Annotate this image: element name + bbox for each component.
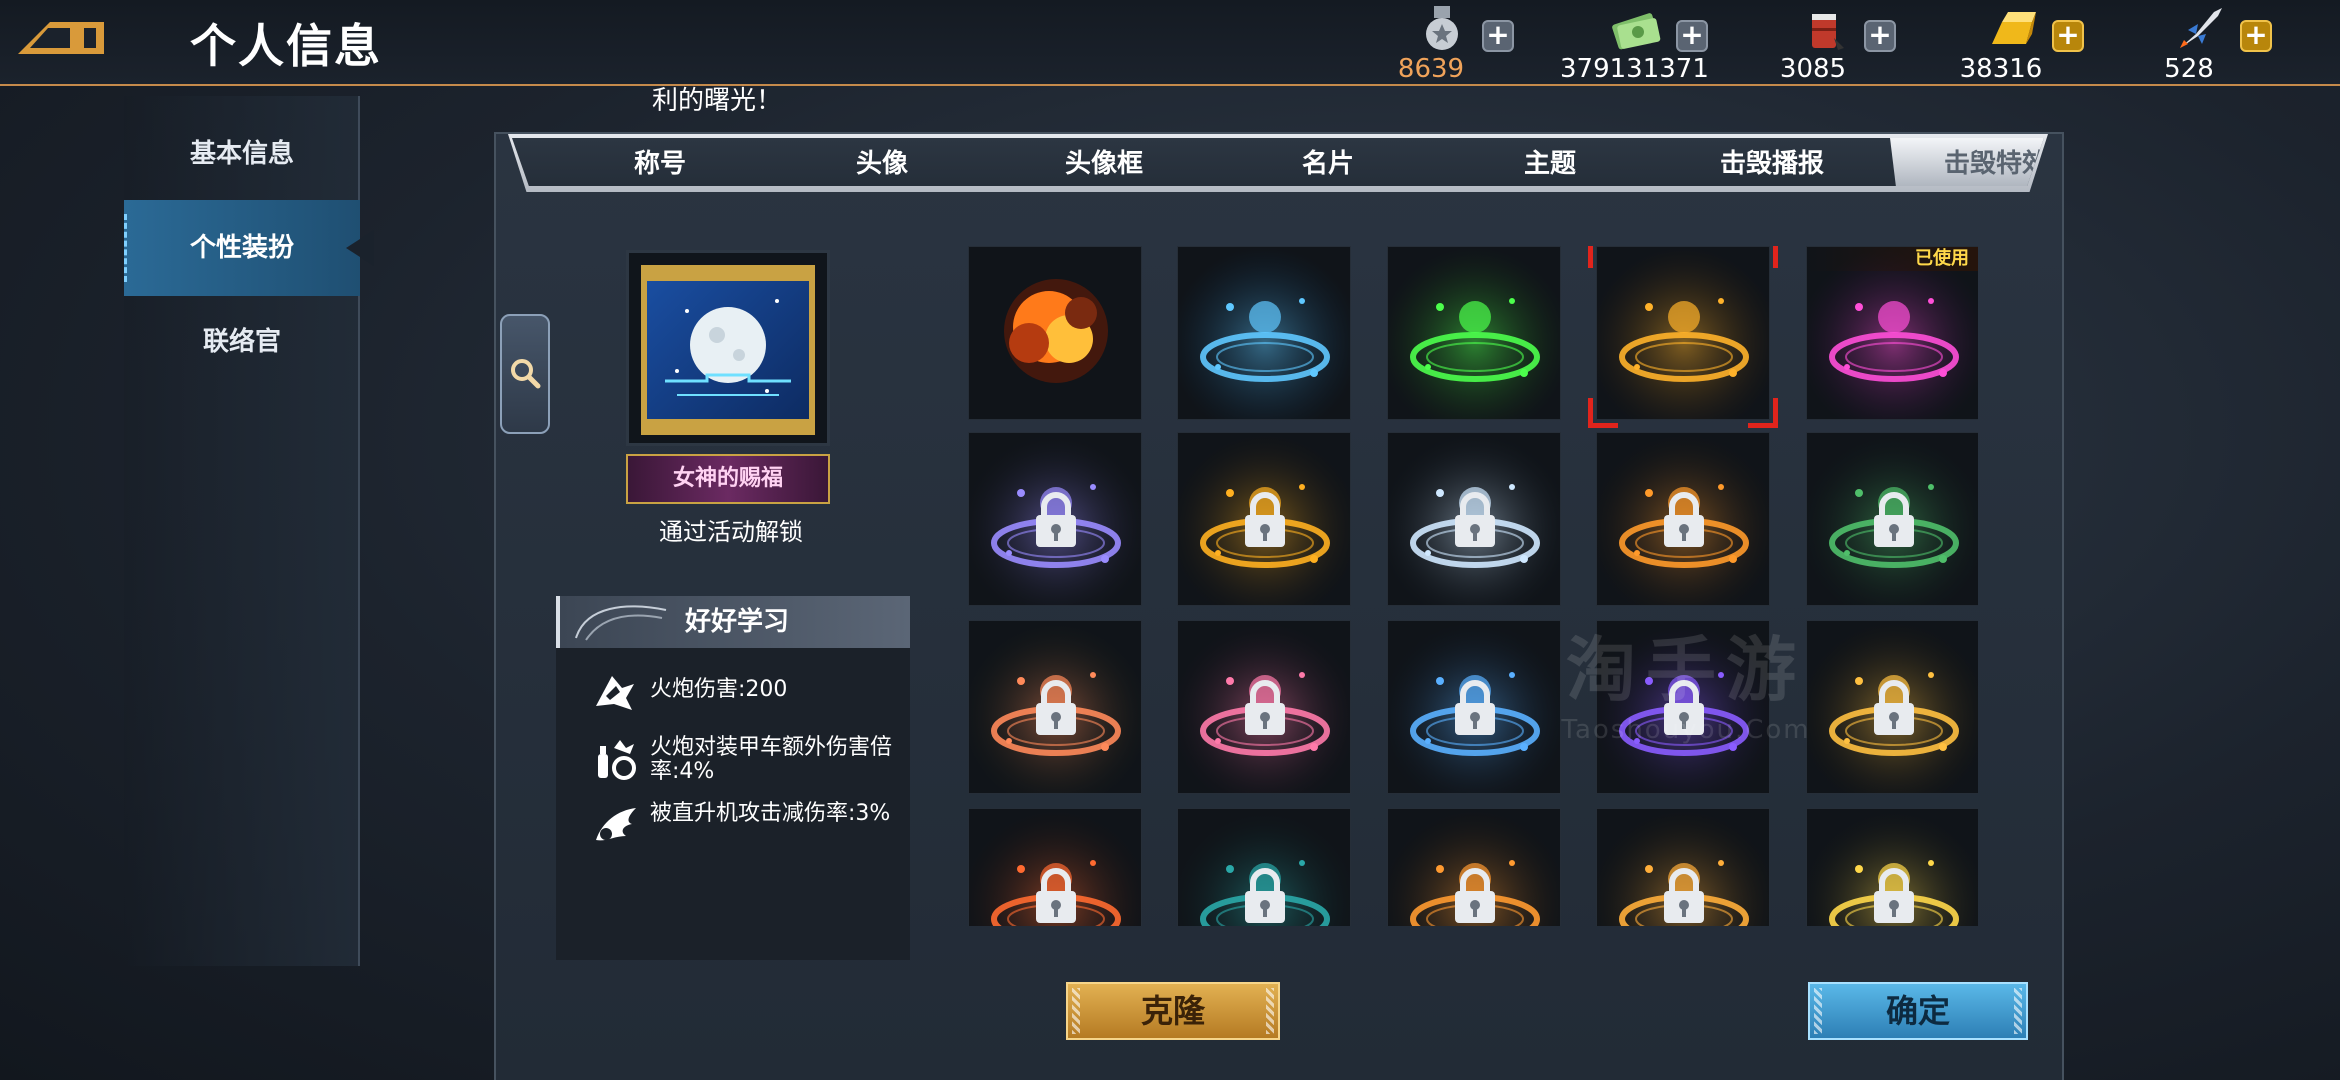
attribute-header: 好好学习 — [556, 596, 910, 648]
effect-tile-green-ring[interactable] — [1387, 246, 1561, 420]
effect-tile-ice-ring[interactable] — [1177, 246, 1351, 420]
sidebar-item-basic-info[interactable]: 基本信息 — [124, 106, 360, 202]
lock-icon — [1874, 492, 1914, 547]
effect-tile-purple-ring[interactable] — [1596, 620, 1770, 794]
resource-value: 379131371 — [1560, 54, 1709, 84]
lock-icon — [1874, 680, 1914, 735]
resource-value: 3085 — [1779, 54, 1847, 84]
effect-art — [1597, 247, 1769, 419]
effect-tile-golden-wing-ring[interactable] — [1806, 620, 1978, 794]
tab-theme[interactable]: 主题 — [1450, 138, 1650, 186]
magnify-button[interactable] — [500, 314, 550, 434]
effect-preview — [626, 250, 830, 446]
wing-shield-icon — [596, 808, 636, 841]
add-resource-button[interactable]: + — [2240, 20, 2272, 52]
add-resource-button[interactable]: + — [1864, 20, 1896, 52]
armor-shell-icon — [598, 740, 636, 780]
tab-title[interactable]: 称号 — [560, 138, 760, 186]
resource-counter: +379131371 — [1560, 4, 1720, 84]
lock-icon — [1036, 492, 1076, 547]
lock-icon — [1455, 868, 1495, 923]
tab-name-card[interactable]: 名片 — [1228, 138, 1428, 186]
effect-tile-blue-flower-ring[interactable] — [1387, 620, 1561, 794]
resource-counter: +38316 — [1936, 4, 2096, 84]
lock-icon — [1036, 680, 1076, 735]
lock-icon — [1455, 492, 1495, 547]
attribute-title: 好好学习 — [684, 607, 789, 637]
resource-counter: +3085 — [1748, 4, 1908, 84]
tab-bar: 称号 头像 头像框 名片 主题 击毁播报 击毁特效 — [508, 134, 2048, 192]
effect-tile-snow-ring[interactable] — [1387, 432, 1561, 606]
gold-bar-icon — [1992, 12, 2036, 44]
effect-tile-shield-vine-ring[interactable] — [1806, 432, 1978, 606]
tab-avatar-frame[interactable]: 头像框 — [1004, 138, 1204, 186]
lock-icon — [1664, 492, 1704, 547]
sidebar-item-personal-decoration[interactable]: 个性装扮 — [124, 200, 374, 296]
page-title: 个人信息 — [190, 19, 382, 73]
rocket-icon — [2180, 8, 2222, 48]
tab-kill-broadcast[interactable]: 击毁播报 — [1672, 138, 1872, 186]
effect-tile-explosion[interactable] — [968, 246, 1142, 420]
moon-effect-image — [641, 265, 815, 435]
search-icon — [511, 359, 541, 389]
effect-tile-crown-ring[interactable] — [1596, 808, 1770, 926]
effect-tile-star-tree-ring[interactable] — [1806, 808, 1978, 926]
add-resource-button[interactable]: + — [1676, 20, 1708, 52]
effect-tile-pumpkin-tree-ring[interactable] — [1177, 808, 1351, 926]
effect-art — [1178, 247, 1350, 419]
effect-tile-heart-petal-ring[interactable] — [1177, 620, 1351, 794]
lock-icon — [1245, 680, 1285, 735]
main-panel: 称号 头像 头像框 名片 主题 击毁播报 击毁特效 女神的赐福 通过活动解锁 好… — [494, 132, 2064, 1080]
effect-tile-flower-ring[interactable] — [968, 620, 1142, 794]
sidebar-item-label: 个性装扮 — [189, 233, 294, 263]
tab-avatar[interactable]: 头像 — [782, 138, 982, 186]
add-resource-button[interactable]: + — [1482, 20, 1514, 52]
lock-icon — [1036, 868, 1076, 923]
effect-art — [1388, 247, 1560, 419]
effect-tile-red-gold-ring[interactable] — [968, 808, 1142, 926]
medal-icon — [1426, 6, 1458, 50]
sidebar-item-liaison-officer[interactable]: 联络官 — [124, 294, 360, 390]
effect-tile-sword-ring[interactable] — [1387, 808, 1561, 926]
active-arrow-icon — [346, 230, 374, 266]
effect-tile-gold-ring[interactable] — [1596, 246, 1770, 420]
oil-barrel-icon — [1812, 14, 1844, 50]
effect-tile-pumpkin-gold-ring[interactable] — [1177, 432, 1351, 606]
resource-value: 8639 — [1397, 54, 1465, 84]
resource-counter: +8639 — [1366, 4, 1526, 84]
attribute-panel: 好好学习 火炮伤害:200 火炮对装甲车额外伤害倍率:4% 被直升机攻击减伤率:… — [556, 596, 910, 960]
add-resource-button[interactable]: + — [2052, 20, 2084, 52]
effect-art — [1004, 279, 1108, 383]
effect-tile-number-ring[interactable] — [1596, 432, 1770, 606]
back-button[interactable] — [14, 14, 110, 62]
effect-name-banner: 女神的赐福 — [626, 454, 830, 504]
effect-tile-crystal-ring[interactable] — [968, 432, 1142, 606]
lock-icon — [1664, 868, 1704, 923]
tab-kill-effect[interactable]: 击毁特效 — [1890, 138, 2044, 186]
back-arrow-icon — [18, 22, 104, 54]
lock-icon — [1245, 868, 1285, 923]
top-bar: 个人信息 +8639 +379131371 +3085 +38316 +528 — [0, 0, 2340, 86]
marquee-text: 利的曙光！ — [652, 86, 783, 116]
clone-button[interactable]: 克隆 — [1066, 982, 1280, 1040]
effect-grid: 已使用 — [968, 246, 1978, 926]
resource-value: 38316 — [1959, 54, 2043, 84]
effect-tile-pink-heart-ring[interactable]: 已使用 — [1806, 246, 1978, 420]
cash-icon — [1612, 13, 1661, 50]
unlock-condition: 通过活动解锁 — [659, 518, 803, 546]
lock-icon — [1245, 492, 1285, 547]
effect-art — [1807, 247, 1978, 419]
lock-icon — [1664, 680, 1704, 735]
used-badge: 已使用 — [1807, 247, 1978, 271]
resource-counter: +528 — [2124, 4, 2284, 84]
cannon-icon — [596, 676, 634, 710]
lock-icon — [1455, 680, 1495, 735]
sidebar: 基本信息 个性装扮 联络官 — [124, 96, 374, 966]
confirm-button[interactable]: 确定 — [1808, 982, 2028, 1040]
resource-value: 528 — [2164, 54, 2214, 84]
lock-icon — [1874, 868, 1914, 923]
